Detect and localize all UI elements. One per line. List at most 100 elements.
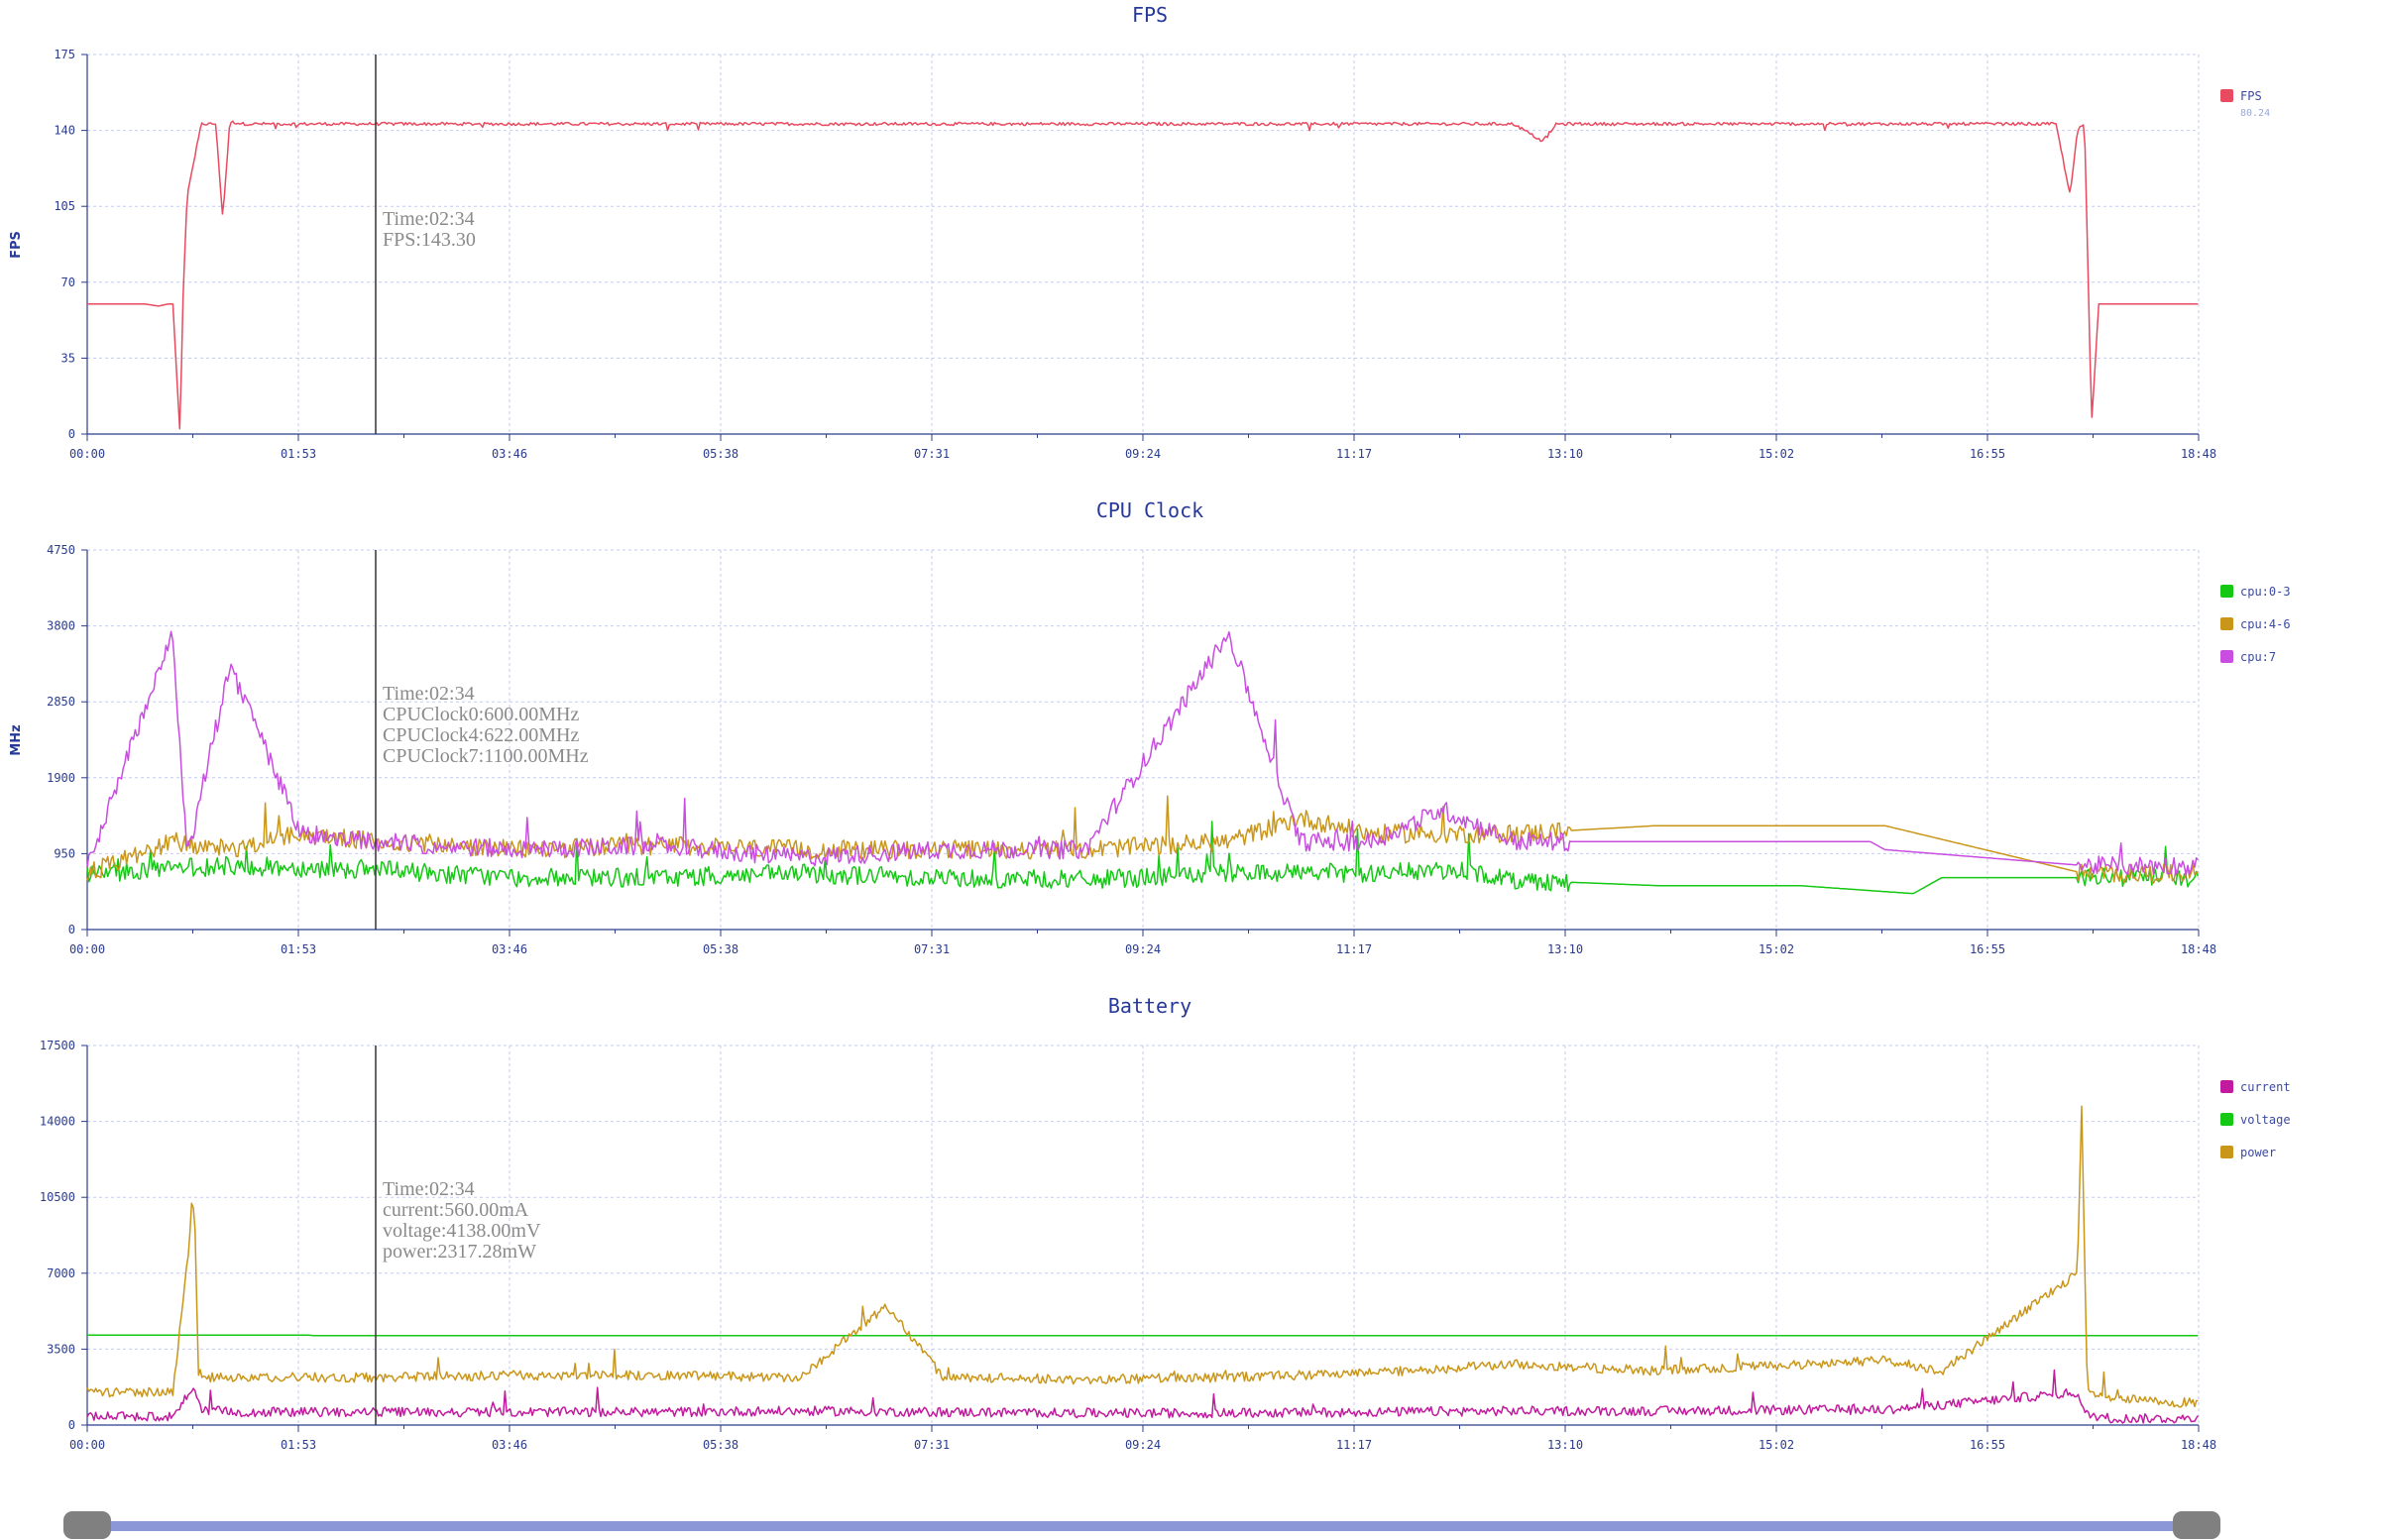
- x-tick-label: 16:55: [1970, 1438, 2005, 1452]
- battery-tooltip-current: current:560.00mA: [383, 1199, 529, 1221]
- y-tick-label: 2850: [47, 695, 75, 709]
- y-tick-label: 70: [61, 275, 75, 289]
- battery-y-ticks: 0 3500 7000 10500 14000 17500: [40, 1039, 88, 1432]
- y-tick-label: 7000: [47, 1266, 75, 1280]
- fps-x-ticks: 00:00 01:53 03:46 05:38 07:31 09:24 11:17 13:10…: [69, 433, 2216, 461]
- y-tick-label: 0: [68, 923, 75, 936]
- y-tick-label: 10500: [40, 1190, 75, 1204]
- x-tick-label: 11:17: [1336, 942, 1372, 956]
- x-tick-label: 05:38: [703, 942, 738, 956]
- cpu4-legend-label: cpu:4-6: [2240, 617, 2291, 631]
- x-tick-label: 11:17: [1336, 447, 1372, 461]
- x-tick-label: 00:00: [69, 1438, 105, 1452]
- x-tick-label: 16:55: [1970, 447, 2005, 461]
- cpu4-legend-swatch: [2220, 617, 2233, 630]
- y-tick-label: 3800: [47, 619, 75, 633]
- battery-chart-title: Battery: [1108, 994, 1191, 1018]
- fps-legend-label: FPS: [2240, 89, 2262, 103]
- fps-chart-title: FPS: [1132, 3, 1168, 27]
- x-tick-label: 07:31: [914, 1438, 950, 1452]
- time-range-end-handle[interactable]: [2173, 1511, 2220, 1539]
- fps-y-axis-label: FPS: [9, 231, 24, 259]
- y-tick-label: 3500: [47, 1342, 75, 1356]
- x-tick-label: 09:24: [1125, 447, 1161, 461]
- voltage-legend-swatch: [2220, 1113, 2233, 1126]
- y-tick-label: 0: [68, 1418, 75, 1432]
- cpu0-legend-swatch: [2220, 585, 2233, 598]
- current-legend-label: current: [2240, 1080, 2291, 1094]
- fps-chart[interactable]: FPS FPS 0 35 70 105 140 175 00:00 01:53 03:46 05…: [9, 3, 2270, 461]
- x-tick-label: 05:38: [703, 447, 738, 461]
- cpu-clock-chart[interactable]: CPU Clock MHz 0 950 1900 2850 3800 4750 00:00…: [9, 498, 2291, 956]
- x-tick-label: 03:46: [492, 447, 527, 461]
- cpu-chart-title: CPU Clock: [1096, 498, 1203, 522]
- x-tick-label: 01:53: [281, 1438, 316, 1452]
- battery-tooltip-time: Time:02:34: [383, 1178, 475, 1200]
- x-tick-label: 13:10: [1547, 447, 1583, 461]
- x-tick-label: 07:31: [914, 447, 950, 461]
- time-range-slider-track[interactable]: [84, 1521, 2186, 1531]
- x-tick-label: 15:02: [1758, 447, 1794, 461]
- y-tick-label: 35: [61, 351, 75, 365]
- y-tick-label: 140: [54, 124, 75, 138]
- current-legend-swatch: [2220, 1080, 2233, 1093]
- x-tick-label: 00:00: [69, 447, 105, 461]
- cpu-tooltip-line-4: CPUClock4:622.00MHz: [383, 724, 579, 746]
- cpu0-legend-label: cpu:0-3: [2240, 585, 2291, 599]
- voltage-legend-label: voltage: [2240, 1113, 2291, 1127]
- battery-legend[interactable]: current voltage power: [2220, 1080, 2291, 1159]
- x-tick-label: 09:24: [1125, 942, 1161, 956]
- x-tick-label: 15:02: [1758, 1438, 1794, 1452]
- x-tick-label: 18:48: [2181, 942, 2216, 956]
- x-tick-label: 13:10: [1547, 1438, 1583, 1452]
- y-tick-label: 14000: [40, 1115, 75, 1129]
- y-tick-label: 1900: [47, 771, 75, 785]
- x-tick-label: 09:24: [1125, 1438, 1161, 1452]
- battery-chart[interactable]: Battery 0 3500 7000 10500 14000 17500 00:00 01…: [40, 994, 2291, 1452]
- charts-canvas: FPS FPS 0 35 70 105 140 175 00:00 01:53 03:46 05…: [9, 3, 2291, 1452]
- x-tick-label: 16:55: [1970, 942, 2005, 956]
- x-tick-label: 11:17: [1336, 1438, 1372, 1452]
- cpu-tooltip-time: Time:02:34: [383, 683, 475, 705]
- x-tick-label: 01:53: [281, 447, 316, 461]
- cpu-y-ticks: 0 950 1900 2850 3800 4750: [47, 543, 88, 936]
- fps-legend-value: 80.24: [2240, 108, 2270, 119]
- cpu7-legend-swatch: [2220, 650, 2233, 663]
- x-tick-label: 07:31: [914, 942, 950, 956]
- cpu-tooltip-line-0: CPUClock0:600.00MHz: [383, 704, 579, 725]
- battery-tooltip-power: power:2317.28mW: [383, 1241, 536, 1263]
- fps-tooltip: Time:02:34 FPS:143.30: [383, 208, 476, 251]
- y-tick-label: 0: [68, 427, 75, 441]
- battery-tooltip: Time:02:34 current:560.00mA voltage:4138…: [383, 1178, 541, 1263]
- y-tick-label: 105: [54, 199, 75, 213]
- x-tick-label: 18:48: [2181, 1438, 2216, 1452]
- series-line-voltage: [87, 1334, 2199, 1337]
- y-tick-label: 175: [54, 48, 75, 61]
- fps-tooltip-time: Time:02:34: [383, 208, 475, 230]
- x-tick-label: 03:46: [492, 942, 527, 956]
- x-tick-label: 13:10: [1547, 942, 1583, 956]
- y-tick-label: 950: [54, 846, 75, 860]
- cpu-y-axis-label: MHz: [9, 724, 24, 755]
- x-tick-label: 01:53: [281, 942, 316, 956]
- cpu7-legend-label: cpu:7: [2240, 650, 2276, 664]
- x-tick-label: 15:02: [1758, 942, 1794, 956]
- time-range-start-handle[interactable]: [63, 1511, 111, 1539]
- cpu-x-ticks: 00:00 01:53 03:46 05:38 07:31 09:24 11:17 13:10…: [69, 929, 2216, 956]
- cpu-tooltip: Time:02:34 CPUClock0:600.00MHz CPUClock4…: [383, 683, 589, 767]
- battery-x-ticks: 00:00 01:53 03:46 05:38 07:31 09:24 11:17 13:10…: [69, 1424, 2216, 1452]
- battery-tooltip-voltage: voltage:4138.00mV: [383, 1220, 541, 1242]
- x-tick-label: 00:00: [69, 942, 105, 956]
- fps-tooltip-line: FPS:143.30: [383, 229, 476, 251]
- cpu-legend[interactable]: cpu:0-3 cpu:4-6 cpu:7: [2220, 585, 2291, 664]
- x-tick-label: 18:48: [2181, 447, 2216, 461]
- x-tick-label: 03:46: [492, 1438, 527, 1452]
- fps-y-ticks: 0 35 70 105 140 175: [54, 48, 88, 441]
- cpu-tooltip-line-7: CPUClock7:1100.00MHz: [383, 745, 589, 767]
- fps-legend-swatch: [2220, 89, 2233, 102]
- power-legend-swatch: [2220, 1146, 2233, 1158]
- x-tick-label: 05:38: [703, 1438, 738, 1452]
- y-tick-label: 4750: [47, 543, 75, 557]
- power-legend-label: power: [2240, 1146, 2276, 1159]
- fps-legend[interactable]: FPS 80.24: [2220, 89, 2270, 119]
